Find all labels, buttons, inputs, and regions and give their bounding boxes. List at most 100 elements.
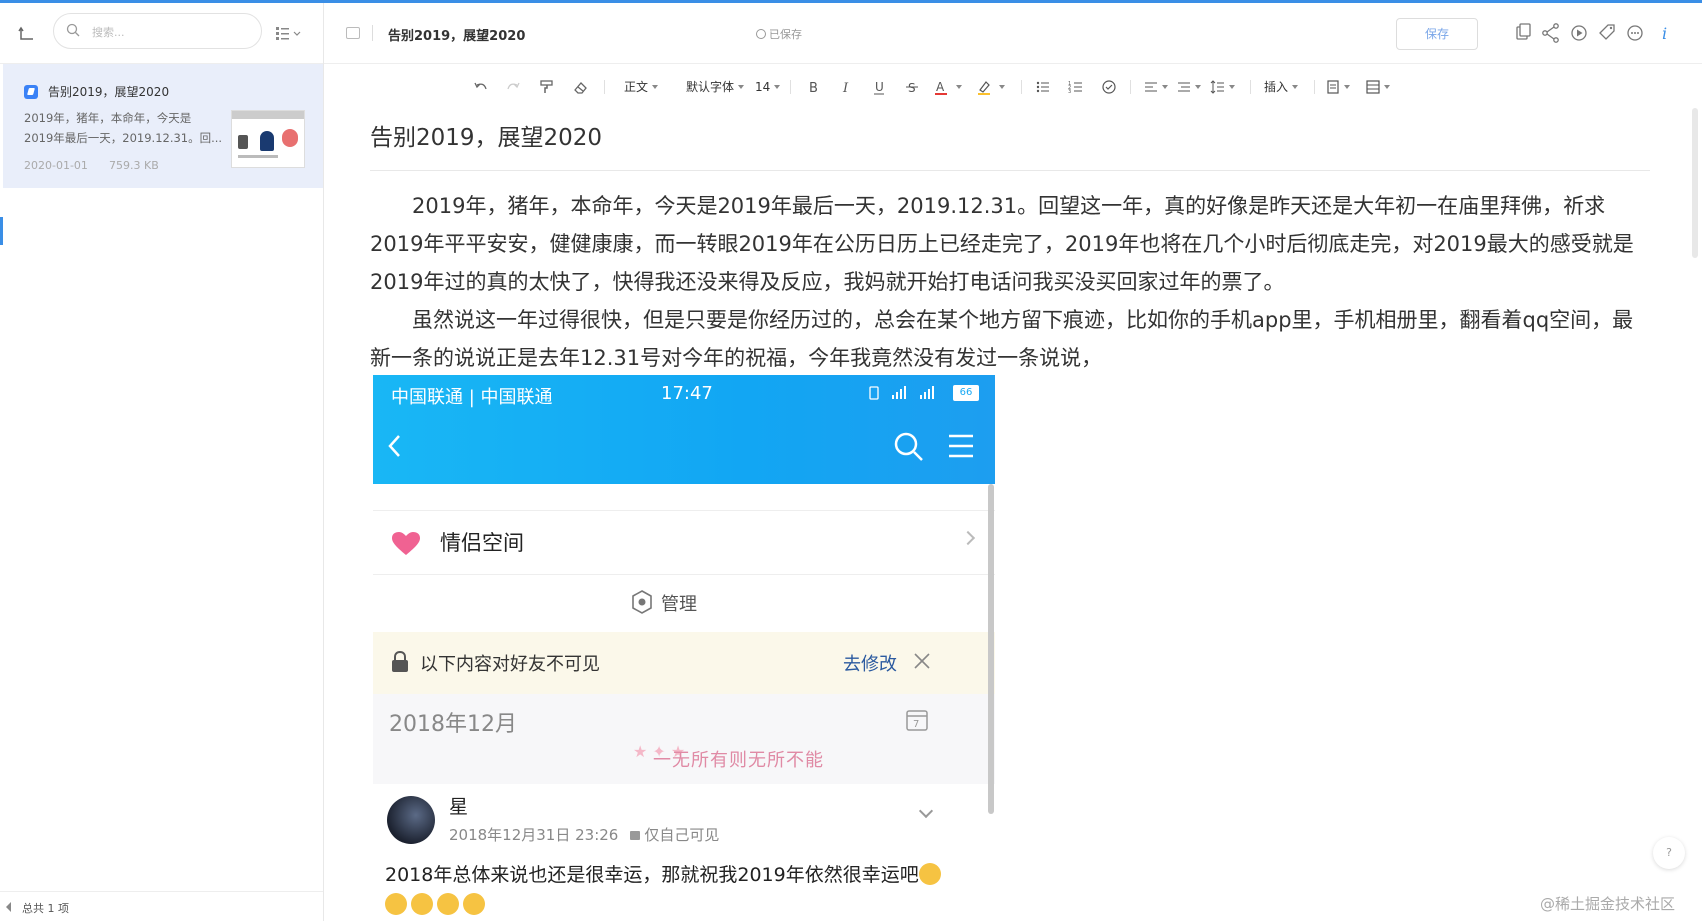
underline-icon[interactable]: U	[870, 78, 888, 96]
font-color-dropdown[interactable]	[952, 78, 962, 96]
banner-text: 一无所有则无所不能	[653, 750, 824, 771]
strikethrough-icon[interactable]: S	[903, 78, 921, 96]
highlight-icon[interactable]	[975, 78, 993, 96]
search-icon	[66, 23, 80, 37]
chevron-down-icon	[1229, 85, 1235, 89]
font-size-select[interactable]: 14	[755, 78, 781, 96]
save-status-text: 已保存	[769, 28, 802, 41]
insert-menu[interactable]: 插入	[1264, 78, 1299, 96]
copy-icon[interactable]	[1512, 21, 1534, 45]
up-level-icon[interactable]	[18, 25, 36, 43]
search-box[interactable]	[53, 13, 262, 49]
note-list-sidebar: 告别2019，展望2020 2019年，猪年，本命年，今天是 2019年最后一天…	[0, 3, 324, 921]
document-body[interactable]: 2019年，猪年，本命年，今天是2019年最后一天，2019.12.31。回望这…	[370, 187, 1650, 377]
bold-icon[interactable]: B	[804, 78, 822, 96]
redo-icon[interactable]	[504, 78, 522, 96]
share-icon[interactable]	[1540, 21, 1562, 45]
phone-manage-row: 管理	[373, 574, 995, 632]
note-item-size: 759.3 KB	[109, 159, 159, 172]
phone-header: 中国联通 | 中国联通 17:47 66	[373, 375, 995, 484]
sidebar-header	[0, 3, 323, 64]
paragraph-style-select[interactable]: 正文	[624, 78, 659, 96]
chevron-down-icon	[774, 85, 781, 89]
align-dropdown[interactable]	[1158, 78, 1168, 96]
highlight-dropdown[interactable]	[995, 78, 1005, 96]
chevron-down-icon	[1344, 85, 1350, 89]
emoji-icon	[385, 893, 407, 915]
table-dropdown[interactable]	[1380, 78, 1390, 96]
svg-text:U: U	[875, 80, 884, 94]
toolbar-divider	[1021, 80, 1022, 94]
phone-list-row: 情侣空间	[373, 511, 995, 575]
close-icon	[914, 653, 930, 669]
back-arrow-icon	[388, 435, 400, 457]
selection-indicator	[0, 217, 3, 245]
note-item-date: 2020-01-01	[24, 159, 88, 172]
indent-dropdown[interactable]	[1191, 78, 1201, 96]
modify-link: 去修改	[843, 654, 897, 675]
emoji-icon	[411, 893, 433, 915]
info-icon[interactable]: i	[1654, 21, 1676, 45]
phone-list-row	[373, 484, 995, 511]
thumbnail-line	[238, 155, 278, 158]
checklist-icon[interactable]	[1100, 78, 1118, 96]
svg-text:I: I	[842, 81, 849, 96]
editor-header: 告别2019，展望2020 已保存 保存 i	[324, 3, 1702, 64]
phone-month-header: 2018年12月 7 ★ ✦ ★ 一无所有则无所不能	[373, 694, 995, 784]
embedded-phone-screenshot[interactable]: 中国联通 | 中国联通 17:47 66 情侣空间 管理 以下内容对好友不可见 …	[373, 375, 995, 921]
toolbar-divider	[1314, 80, 1315, 94]
header-divider	[372, 25, 373, 41]
note-snippet-line: 2019年，猪年，本命年，今天是	[24, 111, 192, 125]
toolbar-divider	[1130, 80, 1131, 94]
search-input[interactable]	[90, 22, 254, 42]
svg-text:3: 3	[1068, 89, 1071, 95]
play-icon[interactable]	[1568, 21, 1590, 45]
chevron-down-icon	[1162, 85, 1168, 89]
svg-text:7: 7	[913, 719, 919, 730]
undo-icon[interactable]	[472, 78, 490, 96]
svg-text:S: S	[908, 81, 916, 95]
document-title[interactable]: 告别2019，展望2020	[370, 118, 602, 152]
font-family-label: 默认字体	[686, 80, 735, 94]
list-view-icon[interactable]	[274, 25, 304, 41]
post-text-content: 2018年总体来说也还是很幸运，那就祝我2019年依然很幸运吧	[385, 864, 919, 886]
line-height-dropdown[interactable]	[1225, 78, 1235, 96]
chevron-down-icon	[1292, 85, 1299, 89]
toolbar-divider	[604, 80, 605, 94]
battery-icon: 66	[953, 385, 979, 401]
paragraph-style-label: 正文	[624, 80, 649, 94]
help-button[interactable]: ?	[1653, 837, 1685, 869]
bullet-list-icon[interactable]	[1034, 78, 1052, 96]
font-size-label: 14	[755, 80, 771, 94]
sidebar-footer: 总共 1 项	[0, 891, 323, 922]
font-color-icon[interactable]: A	[932, 78, 950, 96]
eraser-icon[interactable]	[572, 78, 590, 96]
save-button[interactable]: 保存	[1396, 18, 1478, 50]
signal-icon	[869, 386, 934, 400]
post-time: 2018年12月31日 23:26	[449, 826, 619, 844]
lock-icon	[392, 651, 408, 672]
manage-label: 管理	[661, 594, 697, 615]
chevron-right-icon	[960, 530, 976, 546]
couple-space-label: 情侣空间	[440, 531, 524, 555]
editor-scrollbar[interactable]	[1692, 108, 1698, 258]
calendar-icon: 7	[906, 710, 928, 731]
more-icon[interactable]	[1624, 21, 1646, 45]
watermark: @稀土掘金技术社区	[1540, 895, 1676, 913]
italic-icon[interactable]: I	[837, 78, 855, 96]
thumbnail-bar	[232, 111, 304, 119]
numbered-list-icon[interactable]: 123	[1067, 78, 1085, 96]
note-item-snippet: 2019年，猪年，本命年，今天是 2019年最后一天，2019.12.31。回.…	[24, 108, 224, 148]
lock-icon	[630, 831, 641, 840]
chevron-down-icon	[956, 85, 962, 89]
svg-text:A: A	[936, 80, 945, 94]
note-item-title: 告别2019，展望2020	[48, 85, 170, 99]
document-icon	[346, 27, 360, 39]
tag-icon[interactable]	[1596, 21, 1618, 45]
note-list-item[interactable]: 告别2019，展望2020 2019年，猪年，本命年，今天是 2019年最后一天…	[3, 64, 323, 188]
format-painter-icon[interactable]	[538, 78, 556, 96]
template-dropdown[interactable]	[1340, 78, 1350, 96]
font-family-select[interactable]: 默认字体	[686, 78, 745, 96]
collapse-arrow-icon[interactable]	[6, 902, 11, 912]
thumbnail-figure	[260, 131, 274, 151]
